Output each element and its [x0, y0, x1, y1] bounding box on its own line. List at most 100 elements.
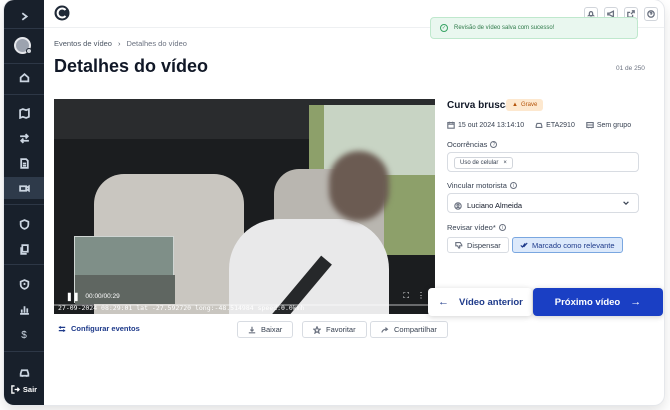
favorite-button[interactable]: Favoritar: [302, 321, 367, 338]
mark-relevant-label: Marcado como relevante: [532, 240, 615, 250]
driver-select[interactable]: Luciano Almeida: [447, 193, 639, 213]
dollar-icon: $: [21, 329, 27, 341]
configure-events-link[interactable]: Configurar eventos: [58, 324, 140, 333]
breadcrumb: Eventos de vídeo › Detalhes do vídeo: [54, 39, 187, 48]
pause-icon[interactable]: ❚❚: [66, 292, 79, 301]
event-group-value: Sem grupo: [596, 121, 632, 129]
arrow-left-icon: ←: [438, 296, 449, 308]
calendar-icon: [447, 121, 455, 129]
breadcrumb-current: Detalhes do vídeo: [126, 39, 187, 48]
warning-icon: ▲: [512, 102, 518, 108]
sidebar-item-security[interactable]: [4, 213, 44, 235]
shield-alert-icon: [19, 278, 29, 290]
car-icon: [19, 368, 29, 377]
dismiss-label: Dispensar: [467, 240, 501, 250]
sidebar-item-finance[interactable]: $: [4, 324, 44, 346]
bus-icon: [586, 122, 594, 129]
favorite-label: Favoritar: [326, 325, 356, 334]
sidebar-item-map[interactable]: [4, 102, 44, 124]
divider: [4, 28, 44, 29]
download-icon: [248, 326, 256, 333]
video-camera-icon: [18, 184, 30, 192]
video-actions: Configurar eventos Baixar Favoritar Comp…: [54, 321, 448, 339]
sidebar-item-copy[interactable]: [4, 238, 44, 260]
chevron-right-icon: [21, 11, 28, 21]
close-icon[interactable]: ×: [503, 160, 507, 166]
sidebar-item-routes[interactable]: [4, 127, 44, 149]
video-player[interactable]: ❚❚ 00:00/00:29 ⛶ ⋮ 27-09-2024 08:29:01 l…: [54, 99, 435, 314]
breadcrumb-parent[interactable]: Eventos de vídeo: [54, 39, 112, 48]
sidebar-item-video[interactable]: [4, 177, 44, 199]
occurrence-chip[interactable]: Uso de celular ×: [454, 157, 513, 169]
sidebar-item-analytics[interactable]: [4, 298, 44, 320]
sidebar-item-reports[interactable]: [4, 152, 44, 174]
review-label-text: Revisar vídeo*: [447, 223, 496, 232]
swap-icon: [19, 132, 29, 144]
logout-label: Sair: [22, 385, 38, 394]
video-time: 00:00/00:29: [85, 292, 120, 300]
star-icon: [313, 325, 321, 334]
video-controls-right: ⛶ ⋮: [403, 291, 425, 301]
video-controls: ❚❚ 00:00/00:29: [54, 288, 435, 304]
divider: [4, 204, 44, 205]
home-icon: [19, 72, 29, 82]
previous-video-button[interactable]: ← Vídeo anterior: [428, 288, 532, 316]
video-frame-driver-head: [329, 151, 389, 221]
event-datetime-value: 15 out 2024 13:14:10: [458, 121, 525, 129]
settings-badge-icon: [26, 48, 32, 54]
fullscreen-icon[interactable]: ⛶: [403, 291, 409, 301]
share-label: Compartilhar: [394, 325, 437, 334]
dismiss-button[interactable]: Dispensar: [447, 237, 509, 253]
sliders-icon: [58, 325, 66, 332]
sidebar: $ Sair: [4, 0, 44, 405]
mark-relevant-button[interactable]: Marcado como relevante: [512, 237, 623, 253]
car-icon: [535, 122, 543, 128]
severity-label: Grave: [520, 102, 538, 108]
driver-value: Luciano Almeida: [467, 201, 523, 210]
event-title: Curva brusca: [447, 100, 511, 111]
more-options-icon[interactable]: ⋮: [417, 291, 425, 301]
occurrences-label-text: Ocorrências: [447, 140, 488, 149]
help-icon: [647, 10, 655, 18]
download-label: Baixar: [261, 325, 283, 334]
download-button[interactable]: Baixar: [237, 321, 294, 338]
help-icon[interactable]: ?: [490, 141, 498, 148]
divider: [4, 351, 44, 352]
sidebar-item-home[interactable]: [4, 66, 44, 88]
info-icon[interactable]: i: [509, 182, 517, 189]
driver-label: Vincular motorista i: [447, 181, 517, 190]
success-toast: ✓ Revisão de vídeo salva com sucesso!: [430, 17, 638, 39]
expand-sidebar-button[interactable]: [4, 5, 44, 27]
map-icon: [18, 107, 30, 119]
video-counter: 01 de 250: [616, 65, 645, 72]
toast-message: Revisão de vídeo salva com sucesso!: [454, 25, 555, 31]
share-icon: [381, 326, 389, 333]
divider: [4, 63, 44, 64]
document-icon: [19, 157, 29, 169]
driver-label-text: Vincular motorista: [447, 181, 507, 190]
check-double-icon: [520, 242, 528, 248]
help-button[interactable]: [644, 7, 658, 21]
brand-logo[interactable]: [54, 5, 70, 21]
sidebar-item-alerts[interactable]: [4, 273, 44, 295]
event-group: Sem grupo: [586, 121, 631, 129]
previous-video-label: Vídeo anterior: [459, 296, 523, 308]
event-meta: 15 out 2024 13:14:10 ETA2910 Sem grupo: [447, 121, 631, 129]
chevron-right-icon: ›: [117, 39, 121, 48]
sidebar-item-vehicles[interactable]: [4, 361, 44, 383]
occurrence-chip-label: Uso de celular: [460, 160, 499, 166]
severity-badge: ▲ Grave: [506, 99, 544, 111]
next-video-button[interactable]: Próximo vídeo →: [533, 288, 663, 316]
telemetry-overlay: 27-09-2024 08:29:01 lat -27.592720 long:…: [58, 304, 305, 312]
check-circle-icon: ✓: [440, 24, 448, 32]
share-button[interactable]: Compartilhar: [370, 321, 448, 338]
logout-button[interactable]: Sair: [4, 385, 44, 394]
app-window: $ Sair ✓ Revisão de vídeo salva com suce…: [4, 0, 664, 405]
occurrences-field[interactable]: Uso de celular ×: [447, 152, 639, 172]
divider: [4, 94, 44, 95]
info-icon[interactable]: i: [498, 224, 506, 231]
page-title: Detalhes do vídeo: [54, 56, 209, 76]
shield-icon: [19, 218, 29, 230]
arrow-right-icon: →: [630, 296, 642, 308]
logout-icon: [11, 385, 20, 394]
